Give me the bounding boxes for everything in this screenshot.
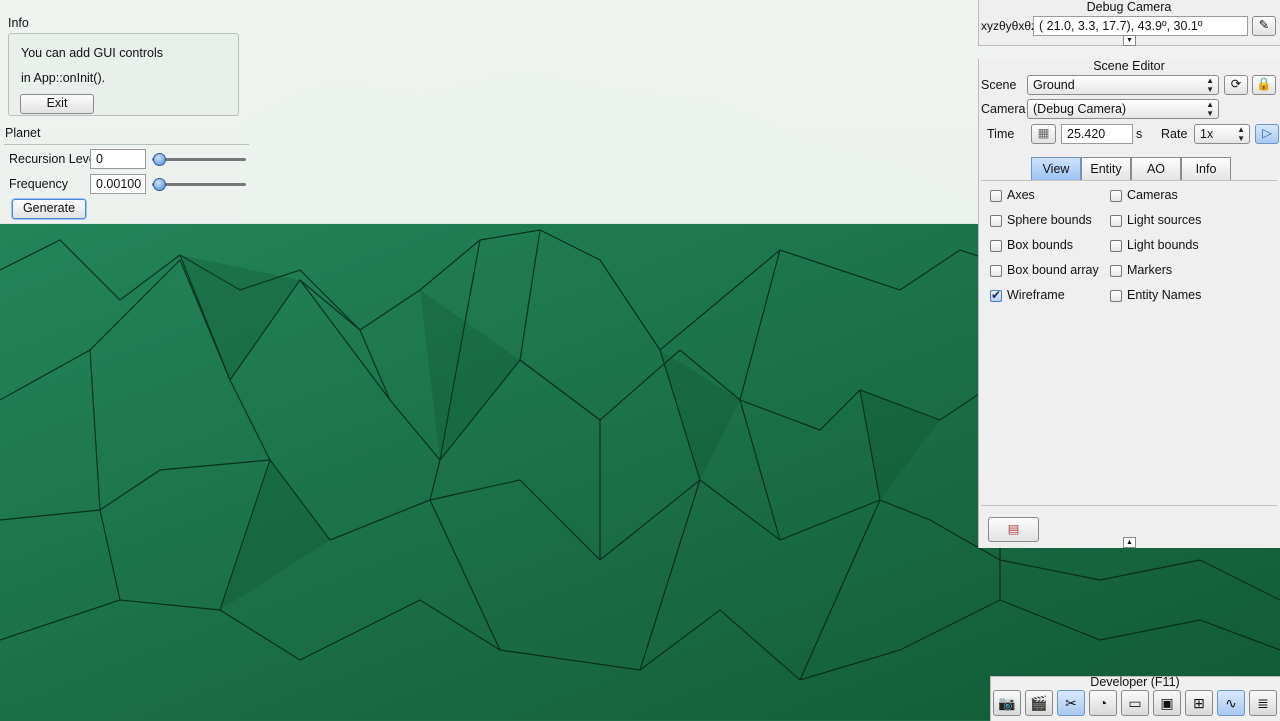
tab-ao[interactable]: AO [1131,157,1181,181]
clapperboard-icon[interactable]: 🎬 [1025,690,1053,716]
light-bounds-label: Light bounds [1127,238,1199,252]
entity-names-label: Entity Names [1127,288,1202,302]
camera-dropdown-value: (Debug Camera) [1033,102,1127,116]
tab-divider [981,180,1277,181]
light-bounds-checkbox[interactable] [1110,240,1122,252]
time-input[interactable]: 25.420 [1061,124,1133,144]
wireframe-label: Wireframe [1007,288,1065,302]
info-panel-title: Info [8,16,29,30]
updown-arrows-icon: ▲ ▼ [1237,125,1245,143]
scene-editor-title: Scene Editor [1093,59,1165,73]
reload-scene-icon[interactable]: ⟳ [1224,75,1248,95]
box-bounds-checkbox[interactable] [990,240,1002,252]
scene-dropdown[interactable]: Ground ▲ ▼ [1027,75,1219,95]
recursion-level-slider-track[interactable] [152,158,246,161]
play-icon[interactable]: ▷ [1255,124,1279,144]
tab-info[interactable]: Info [1181,157,1231,181]
speedometer-icon[interactable]: ◔ [1089,690,1117,716]
exit-button[interactable]: Exit [20,94,94,114]
terminal-icon[interactable]: ▣ [1153,690,1181,716]
scene-label: Scene [981,78,1017,92]
scene-editor-footer-divider [981,505,1277,506]
frequency-slider-knob[interactable] [153,178,166,191]
frequency-label: Frequency [9,177,69,191]
profiler-icon[interactable]: ∿ [1217,690,1245,716]
expand-arrow-icon[interactable]: ▲ [1123,537,1136,548]
tab-view[interactable]: View [1031,157,1081,181]
log-icon[interactable]: ≣ [1249,690,1277,716]
time-unit: s [1136,127,1143,141]
debug-camera-coord-input[interactable]: ( 21.0, 3.3, 17.7), 43.9º, 30.1º [1033,16,1248,36]
box-bound-array-label: Box bound array [1007,263,1099,277]
box-bounds-label: Box bounds [1007,238,1074,252]
lock-icon[interactable]: 🔒 [1252,75,1276,95]
scene-dropdown-value: Ground [1033,78,1075,92]
camera-dropdown[interactable]: (Debug Camera) ▲ ▼ [1027,99,1219,119]
sphere-bounds-checkbox[interactable] [990,215,1002,227]
collapse-arrow-icon[interactable]: ▼ [1123,35,1136,46]
planet-panel-title: Planet [5,126,41,140]
camera-icon[interactable]: 📷 [993,690,1021,716]
entity-names-checkbox[interactable] [1110,290,1122,302]
rate-dropdown-value: 1x [1200,127,1214,141]
rate-label: Rate [1161,127,1188,141]
generate-button[interactable]: Generate [12,199,86,219]
tools-icon[interactable]: ✂ [1057,690,1085,716]
light-sources-checkbox[interactable] [1110,215,1122,227]
tab-entity[interactable]: Entity [1081,157,1131,181]
frequency-slider-track[interactable] [152,183,246,186]
axes-label: Axes [1007,188,1035,202]
updown-arrows-icon: ▲ ▼ [1206,76,1214,94]
new-window-icon[interactable]: ▭ [1121,690,1149,716]
axes-checkbox[interactable] [990,190,1002,202]
markers-checkbox[interactable] [1110,265,1122,277]
wireframe-checkbox[interactable] [990,288,1002,302]
info-text-line-2: in App::onInit(). [21,71,106,85]
layout-icon[interactable]: ⊞ [1185,690,1213,716]
planet-divider [4,144,249,145]
box-bound-array-checkbox[interactable] [990,265,1002,277]
recursion-level-slider-knob[interactable] [153,153,166,166]
time-label: Time [987,127,1015,141]
camera-label: Camera [981,102,1026,116]
save-scene-icon[interactable]: ▤ [988,517,1039,542]
light-sources-label: Light sources [1127,213,1202,227]
eraser-icon[interactable]: ✎ [1252,16,1276,36]
updown-arrows-icon: ▲ ▼ [1206,100,1214,118]
recursion-level-label: Recursion Level [9,152,99,166]
film-reel-icon[interactable]: ▦ [1031,124,1056,144]
debug-camera-coord-label: xyzθyθxθz [981,19,1038,33]
markers-label: Markers [1127,263,1173,277]
frequency-input[interactable]: 0.00100 [90,174,146,194]
recursion-level-input[interactable]: 0 [90,149,146,169]
rate-dropdown[interactable]: 1x ▲ ▼ [1194,124,1250,144]
info-text-line-1: You can add GUI controls [21,46,163,60]
developer-dock-title: Developer (F11) [1090,675,1180,689]
sphere-bounds-label: Sphere bounds [1007,213,1092,227]
cameras-label: Cameras [1127,188,1178,202]
cameras-checkbox[interactable] [1110,190,1122,202]
debug-camera-title: Debug Camera [1086,0,1172,14]
